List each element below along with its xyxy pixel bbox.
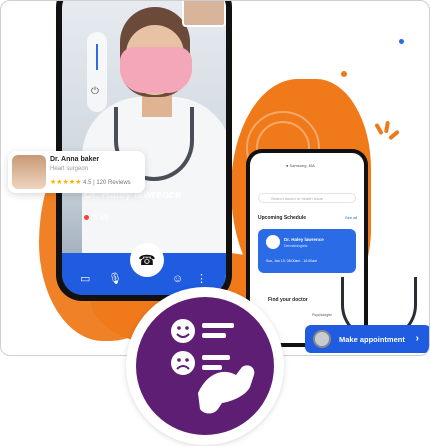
doctor-avatar bbox=[12, 155, 46, 189]
decor-spark bbox=[374, 122, 384, 136]
volume-bar[interactable] bbox=[96, 44, 98, 70]
upcoming-title: Upcoming Schedule bbox=[258, 215, 307, 221]
doctor-card-rating: ★★★★★ 4.5 | 120 Reviews bbox=[50, 178, 131, 186]
review-count: 120 Reviews bbox=[96, 180, 131, 186]
appointment-doctor: Dr. Haley lawrence bbox=[284, 237, 324, 242]
make-appointment-button[interactable]: Make appointment › bbox=[305, 325, 429, 353]
doctor-card[interactable]: Dr. Anna baker Heart surgeon ★★★★★ 4.5 |… bbox=[8, 151, 145, 193]
self-view-thumbnail[interactable] bbox=[182, 1, 226, 27]
feedback-call-badge bbox=[136, 297, 274, 435]
power-icon[interactable]: ⏻ bbox=[91, 86, 99, 97]
decor-spark bbox=[383, 120, 391, 134]
volume-control[interactable]: ⏻ bbox=[87, 32, 107, 112]
chat-icon[interactable]: ☺ bbox=[172, 273, 183, 285]
recording-dot-icon bbox=[84, 215, 89, 220]
location-value: Samsung, MA bbox=[289, 163, 315, 168]
appointment-time: Sun, Jan 19, 08:00am - 10:00am bbox=[266, 259, 317, 263]
doctor-card-name: Dr. Anna baker bbox=[50, 156, 100, 163]
appointment-card[interactable]: Dr. Haley lawrence Dermatologists Sun, J… bbox=[258, 229, 356, 273]
doctor-mask bbox=[120, 47, 192, 93]
microphone-icon[interactable]: 🎙 bbox=[108, 272, 122, 285]
location-label: ● Samsung, MA bbox=[286, 163, 315, 168]
appointment-avatar bbox=[266, 235, 280, 249]
phone-hangup-icon: ☎ bbox=[138, 251, 156, 268]
video-call-screen: ⏻ Dr. Haley lawrence 5:48 ▭ 🎙 ☺ ⋮ ☎ bbox=[62, 1, 226, 295]
chevron-right-icon: › bbox=[415, 333, 419, 344]
doctor-card-specialty: Heart surgeon bbox=[50, 166, 89, 172]
category-psychologist[interactable]: Psychologist bbox=[312, 313, 332, 317]
decor-dot bbox=[341, 71, 347, 77]
decor-spark bbox=[388, 129, 400, 141]
location-pin-icon: ● bbox=[286, 163, 289, 168]
decor-dot bbox=[399, 39, 404, 44]
see-all-link[interactable]: See all bbox=[345, 215, 357, 220]
end-call-button[interactable]: ☎ bbox=[130, 243, 164, 277]
rating-stars-icon: ★★★★★ bbox=[50, 179, 82, 186]
rating-value: 4.5 bbox=[83, 180, 92, 186]
call-duration: 5:48 bbox=[84, 213, 109, 222]
more-icon[interactable]: ⋮ bbox=[196, 272, 207, 285]
rating-separator: | bbox=[93, 180, 95, 186]
feedback-call-icon bbox=[171, 319, 255, 414]
appointment-specialty: Dermatologists bbox=[284, 244, 308, 248]
stethoscope-icon bbox=[313, 330, 331, 348]
call-duration-value: 5:48 bbox=[93, 213, 109, 222]
make-appointment-label: Make appointment bbox=[339, 335, 405, 344]
video-camera-icon[interactable]: ▭ bbox=[80, 272, 90, 285]
search-input[interactable]: Search doctor or health issue bbox=[258, 193, 356, 203]
